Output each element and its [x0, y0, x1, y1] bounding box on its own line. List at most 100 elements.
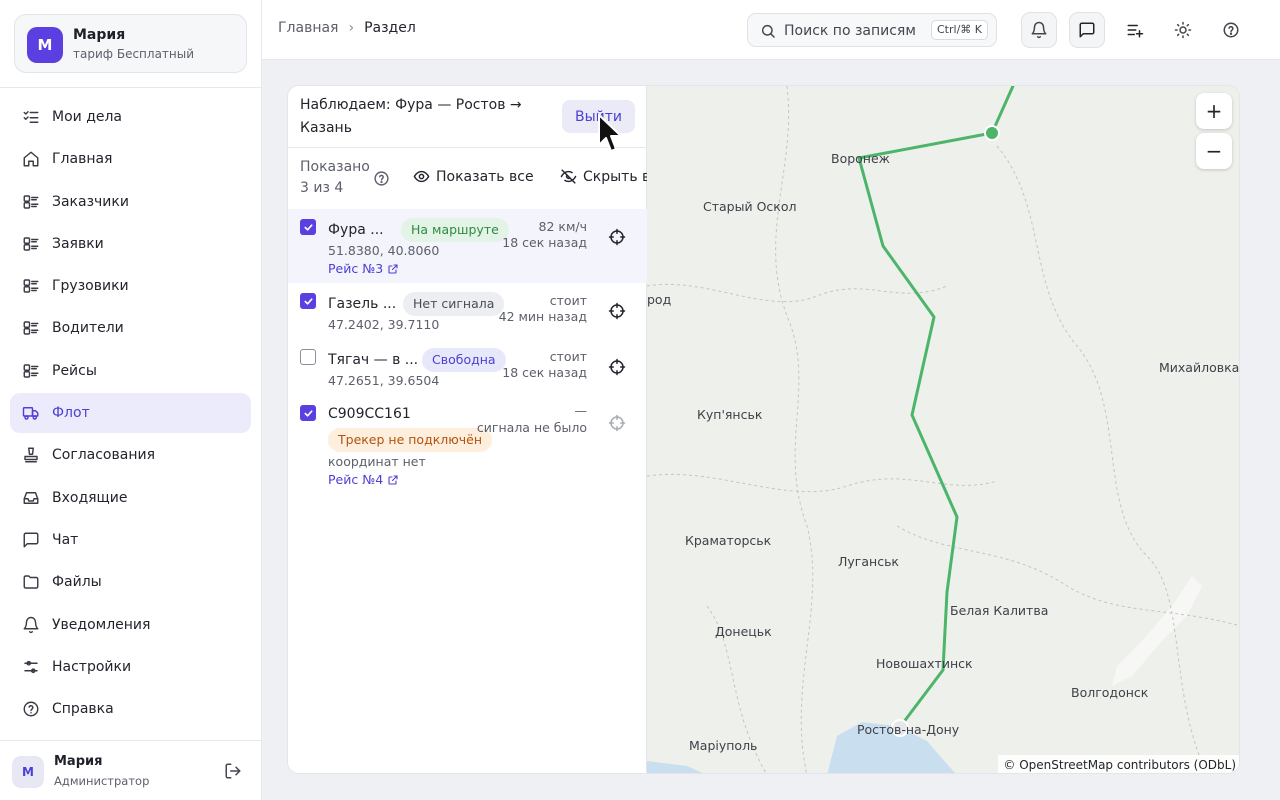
account-avatar: М [27, 27, 63, 63]
eye-off-icon [560, 169, 577, 184]
sidebar-item-label: Рейсы [52, 362, 97, 379]
search-input[interactable] [784, 20, 919, 42]
vehicle-speed: стоит [549, 349, 587, 364]
vehicle-name: Газель ... [328, 296, 397, 312]
notifications-button[interactable] [1021, 12, 1057, 48]
vehicle-speed: стоит [549, 293, 587, 308]
sidebar-footer: М Мария Администратор [0, 740, 261, 800]
map-city-label: Луганськ [838, 554, 899, 569]
vehicle-name: С909СС161 [328, 406, 411, 422]
list-icon [22, 362, 40, 380]
show-all-label: Показать все [436, 168, 534, 185]
watch-header: Наблюдаем: Фура — Ростов → Казань Выйти [288, 86, 647, 148]
zoom-in-button[interactable]: + [1196, 93, 1232, 129]
show-all-button[interactable]: Показать все [413, 168, 534, 185]
sidebar-item-5[interactable]: Водители [10, 308, 251, 348]
locate-icon[interactable] [608, 228, 626, 246]
account-plan: тариф Бесплатный [73, 47, 195, 61]
breadcrumb: Главная › Раздел [278, 20, 416, 36]
map-city-label: Донецьк [715, 624, 772, 639]
sidebar-item-4[interactable]: Грузовики [10, 266, 251, 306]
locate-icon[interactable] [608, 358, 626, 376]
visibility-summary: Показано 3 из 4 Показать все Скрыть все [288, 148, 667, 208]
sidebar-item-14[interactable]: Справка [10, 689, 251, 729]
trip-link[interactable]: Рейс №4 [328, 472, 399, 487]
avatar: М [12, 756, 44, 788]
truck-icon [22, 404, 40, 422]
sidebar-item-label: Согласования [52, 447, 155, 464]
mouse-cursor-icon [598, 114, 622, 152]
sidebar-nav: Мои дела Главная Заказчики Заявки Грузовики В… [10, 97, 251, 731]
status-badge: Трекер не подключён [328, 428, 493, 452]
folder-icon [22, 573, 40, 591]
trip-link-label: Рейс №3 [328, 261, 384, 276]
locate-icon[interactable] [608, 302, 626, 320]
sidebar-item-9[interactable]: Входящие [10, 478, 251, 518]
sidebar-item-label: Чат [52, 531, 79, 548]
sidebar-item-2[interactable]: Заказчики [10, 182, 251, 222]
chevron-right-icon: › [348, 20, 355, 36]
theme-toggle-button[interactable] [1165, 12, 1201, 48]
search-box[interactable]: Ctrl/⌘ K [747, 13, 997, 47]
vehicle-checkbox[interactable] [300, 405, 316, 421]
map-city-label: Маріуполь [689, 738, 758, 753]
checklist-icon [22, 108, 40, 126]
add-task-button[interactable] [1117, 12, 1153, 48]
chat-button[interactable] [1069, 12, 1105, 48]
list-icon [22, 277, 40, 295]
sidebar-item-label: Справка [52, 701, 114, 718]
vehicle-checkbox[interactable] [300, 349, 316, 365]
sidebar-item-1[interactable]: Главная [10, 139, 251, 179]
logout-icon[interactable] [224, 762, 242, 780]
vehicle-last-seen: 42 мин назад [498, 309, 587, 324]
check-icon [303, 409, 313, 417]
shown-count: Показано 3 из 4 [300, 159, 370, 196]
list-plus-icon [1127, 24, 1144, 38]
map-city-label: Белая Калитва [950, 603, 1049, 618]
sidebar-item-12[interactable]: Уведомления [10, 605, 251, 645]
sidebar-item-3[interactable]: Заявки [10, 224, 251, 264]
search-shortcut: Ctrl/⌘ K [931, 20, 988, 40]
vehicle-row[interactable]: Фура ... На маршруте 51.8380, 40.8060 Ре… [288, 209, 647, 283]
help-button[interactable] [1213, 12, 1249, 48]
help-icon[interactable] [373, 170, 390, 187]
vehicle-checkbox[interactable] [300, 293, 316, 309]
sidebar-item-0[interactable]: Мои дела [10, 97, 251, 137]
sidebar-item-label: Главная [52, 151, 113, 168]
list-icon [22, 319, 40, 337]
sidebar-item-11[interactable]: Файлы [10, 562, 251, 602]
vehicle-marker[interactable] [984, 125, 1000, 141]
vehicle-list-pane: Наблюдаем: Фура — Ростов → Казань Выйти … [288, 86, 667, 773]
home-icon [22, 150, 40, 168]
sidebar-item-6[interactable]: Рейсы [10, 351, 251, 391]
map-view[interactable]: Воронеж Старый Оскол род Михайловка Куп'… [647, 86, 1239, 773]
status-badge: На маршруте [401, 218, 509, 242]
map-city-label: Новошахтинск [876, 656, 973, 671]
vehicle-coords: 47.2651, 39.6504 [328, 373, 440, 388]
sidebar-item-13[interactable]: Настройки [10, 647, 251, 687]
map-city-label: Ростов-на-Дону [857, 722, 960, 737]
list-icon [22, 193, 40, 211]
zoom-out-button[interactable]: − [1196, 133, 1232, 169]
sidebar-item-7[interactable]: Флот [10, 393, 251, 434]
vehicle-speed: 82 км/ч [538, 219, 587, 234]
sidebar-item-label: Файлы [52, 574, 102, 591]
vehicle-row[interactable]: С909СС161 Трекер не подключён координат … [288, 395, 647, 491]
vehicle-row[interactable]: Тягач — в ... Свободна 47.2651, 39.6504 … [288, 339, 647, 395]
map-city-label: Воронеж [831, 151, 890, 166]
map-city-label: род [647, 292, 672, 307]
sea-area [647, 761, 703, 773]
sidebar-item-10[interactable]: Чат [10, 520, 251, 560]
trip-link-label: Рейс №4 [328, 472, 384, 487]
sidebar-item-label: Флот [52, 405, 90, 422]
vehicle-checkbox[interactable] [300, 219, 316, 235]
breadcrumb-home[interactable]: Главная [278, 20, 338, 36]
account-switcher[interactable]: М Мария тариф Бесплатный [14, 14, 247, 73]
chat-icon [1079, 22, 1095, 38]
map-attribution[interactable]: © OpenStreetMap contributors (ODbL) [998, 755, 1239, 773]
trip-link[interactable]: Рейс №3 [328, 261, 399, 276]
sidebar-item-label: Водители [52, 320, 124, 337]
vehicle-row[interactable]: Газель ... Нет сигнала 47.2402, 39.7110 … [288, 283, 647, 339]
sidebar-item-label: Уведомления [52, 616, 151, 633]
sidebar-item-8[interactable]: Согласования [10, 435, 251, 475]
